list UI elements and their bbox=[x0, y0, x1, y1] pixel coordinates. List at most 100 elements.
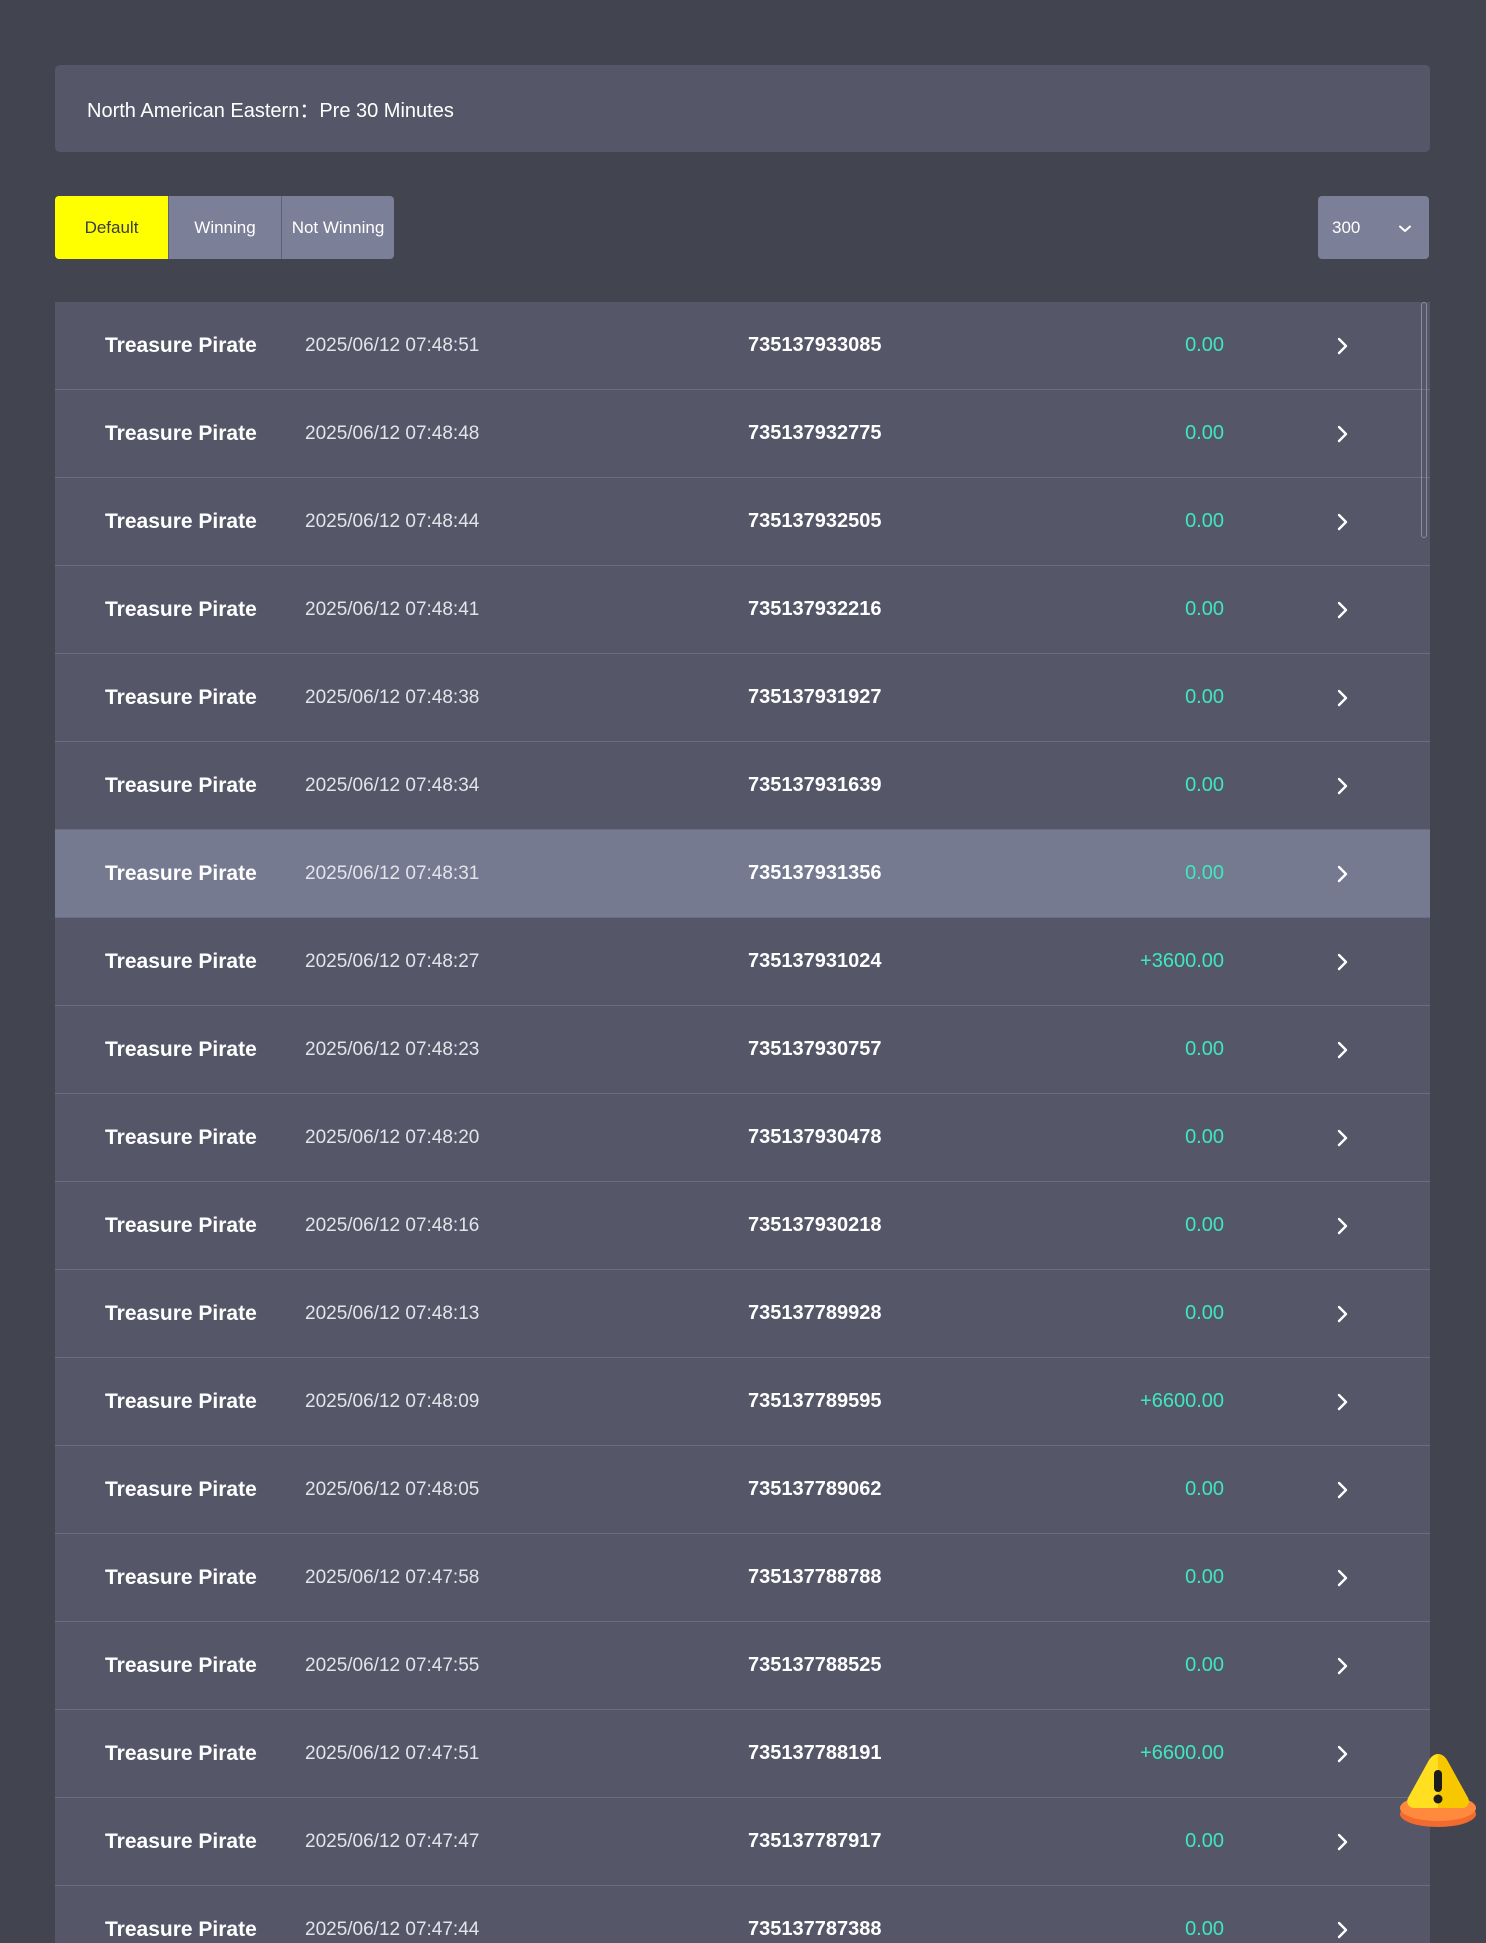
table-row[interactable]: Treasure Pirate 2025/06/12 07:48:20 735137… bbox=[55, 1094, 1430, 1182]
game-name: Treasure Pirate bbox=[105, 1741, 257, 1765]
table-row[interactable]: Treasure Pirate 2025/06/12 07:48:27 735137… bbox=[55, 918, 1430, 1006]
record-time: 2025/06/12 07:47:58 bbox=[305, 1566, 480, 1588]
chevron-right-icon[interactable] bbox=[1331, 390, 1355, 477]
record-list: Treasure Pirate 2025/06/12 07:48:51 735137… bbox=[55, 302, 1430, 1943]
record-time: 2025/06/12 07:48:23 bbox=[305, 1038, 480, 1060]
win-amount: 0.00 bbox=[1185, 1830, 1224, 1852]
table-row[interactable]: Treasure Pirate 2025/06/12 07:48:48 735137… bbox=[55, 390, 1430, 478]
record-id: 735137932775 bbox=[748, 422, 882, 444]
record-time: 2025/06/12 07:48:48 bbox=[305, 422, 480, 444]
record-time: 2025/06/12 07:48:20 bbox=[305, 1126, 480, 1148]
game-name: Treasure Pirate bbox=[105, 1477, 257, 1501]
record-id: 735137932216 bbox=[748, 598, 882, 620]
page-title: North American Eastern：Pre 30 Minutes bbox=[87, 100, 454, 122]
record-id: 735137789595 bbox=[748, 1390, 882, 1412]
win-amount: +6600.00 bbox=[1140, 1742, 1224, 1764]
chevron-right-icon[interactable] bbox=[1331, 1798, 1355, 1885]
table-row[interactable]: Treasure Pirate 2025/06/12 07:48:38 735137… bbox=[55, 654, 1430, 742]
record-time: 2025/06/12 07:48:51 bbox=[305, 334, 480, 356]
header-bar: North American Eastern：Pre 30 Minutes bbox=[55, 65, 1430, 152]
record-id: 735137932505 bbox=[748, 510, 882, 532]
record-time: 2025/06/12 07:47:47 bbox=[305, 1830, 480, 1852]
record-id: 735137788525 bbox=[748, 1654, 882, 1676]
game-name: Treasure Pirate bbox=[105, 1829, 257, 1853]
game-name: Treasure Pirate bbox=[105, 1389, 257, 1413]
chevron-right-icon[interactable] bbox=[1331, 1710, 1355, 1797]
game-name: Treasure Pirate bbox=[105, 1301, 257, 1325]
filter-winning-button[interactable]: Winning bbox=[168, 196, 281, 259]
table-row[interactable]: Treasure Pirate 2025/06/12 07:48:09 735137… bbox=[55, 1358, 1430, 1446]
table-row[interactable]: Treasure Pirate 2025/06/12 07:48:16 735137… bbox=[55, 1182, 1430, 1270]
chevron-right-icon[interactable] bbox=[1331, 1534, 1355, 1621]
chevron-right-icon[interactable] bbox=[1331, 830, 1355, 917]
record-id: 735137789928 bbox=[748, 1302, 882, 1324]
chevron-right-icon[interactable] bbox=[1331, 478, 1355, 565]
record-id: 735137789062 bbox=[748, 1478, 882, 1500]
win-amount: 0.00 bbox=[1185, 1566, 1224, 1588]
win-amount: 0.00 bbox=[1185, 510, 1224, 532]
table-row[interactable]: Treasure Pirate 2025/06/12 07:47:55 735137… bbox=[55, 1622, 1430, 1710]
table-row[interactable]: Treasure Pirate 2025/06/12 07:48:51 735137… bbox=[55, 302, 1430, 390]
record-id: 735137930218 bbox=[748, 1214, 882, 1236]
record-time: 2025/06/12 07:48:31 bbox=[305, 862, 480, 884]
chevron-right-icon[interactable] bbox=[1331, 654, 1355, 741]
table-row[interactable]: Treasure Pirate 2025/06/12 07:48:44 735137… bbox=[55, 478, 1430, 566]
chevron-right-icon[interactable] bbox=[1331, 1886, 1355, 1943]
chevron-right-icon[interactable] bbox=[1331, 1270, 1355, 1357]
record-id: 735137931927 bbox=[748, 686, 882, 708]
record-id: 735137787917 bbox=[748, 1830, 882, 1852]
chevron-right-icon[interactable] bbox=[1331, 566, 1355, 653]
record-id: 735137787388 bbox=[748, 1918, 882, 1940]
record-time: 2025/06/12 07:48:13 bbox=[305, 1302, 480, 1324]
chevron-right-icon[interactable] bbox=[1331, 1094, 1355, 1181]
table-row[interactable]: Treasure Pirate 2025/06/12 07:48:34 735137… bbox=[55, 742, 1430, 830]
record-id: 735137930478 bbox=[748, 1126, 882, 1148]
record-time: 2025/06/12 07:48:41 bbox=[305, 598, 480, 620]
win-amount: 0.00 bbox=[1185, 334, 1224, 356]
table-row[interactable]: Treasure Pirate 2025/06/12 07:47:51 735137… bbox=[55, 1710, 1430, 1798]
table-row[interactable]: Treasure Pirate 2025/06/12 07:48:05 735137… bbox=[55, 1446, 1430, 1534]
record-time: 2025/06/12 07:48:34 bbox=[305, 774, 480, 796]
table-row[interactable]: Treasure Pirate 2025/06/12 07:47:58 735137… bbox=[55, 1534, 1430, 1622]
record-id: 735137931639 bbox=[748, 774, 882, 796]
filter-not-winning-button[interactable]: Not Winning bbox=[281, 196, 394, 259]
table-row[interactable]: Treasure Pirate 2025/06/12 07:48:31 735137… bbox=[55, 830, 1430, 918]
record-id: 735137930757 bbox=[748, 1038, 882, 1060]
chevron-right-icon[interactable] bbox=[1331, 302, 1355, 389]
chevron-right-icon[interactable] bbox=[1331, 1622, 1355, 1709]
win-amount: 0.00 bbox=[1185, 1918, 1224, 1940]
win-amount: 0.00 bbox=[1185, 1478, 1224, 1500]
game-name: Treasure Pirate bbox=[105, 1917, 257, 1941]
chevron-right-icon[interactable] bbox=[1331, 1006, 1355, 1093]
win-amount: 0.00 bbox=[1185, 774, 1224, 796]
record-id: 735137931356 bbox=[748, 862, 882, 884]
filter-tabs: Default Winning Not Winning bbox=[55, 196, 394, 259]
win-amount: 0.00 bbox=[1185, 422, 1224, 444]
win-amount: 0.00 bbox=[1185, 1302, 1224, 1324]
record-id: 735137788191 bbox=[748, 1742, 882, 1764]
page-size-select[interactable]: 300 bbox=[1318, 196, 1429, 259]
table-row[interactable]: Treasure Pirate 2025/06/12 07:47:44 735137… bbox=[55, 1886, 1430, 1943]
win-amount: 0.00 bbox=[1185, 1214, 1224, 1236]
filter-default-button[interactable]: Default bbox=[55, 196, 168, 259]
chevron-right-icon[interactable] bbox=[1331, 1446, 1355, 1533]
game-name: Treasure Pirate bbox=[105, 773, 257, 797]
chevron-right-icon[interactable] bbox=[1331, 1358, 1355, 1445]
table-row[interactable]: Treasure Pirate 2025/06/12 07:48:41 735137… bbox=[55, 566, 1430, 654]
chevron-right-icon[interactable] bbox=[1331, 918, 1355, 1005]
chevron-right-icon[interactable] bbox=[1331, 742, 1355, 829]
record-id: 735137933085 bbox=[748, 334, 882, 356]
scrollbar[interactable] bbox=[1421, 302, 1427, 538]
table-row[interactable]: Treasure Pirate 2025/06/12 07:47:47 735137… bbox=[55, 1798, 1430, 1886]
record-time: 2025/06/12 07:47:55 bbox=[305, 1654, 480, 1676]
record-time: 2025/06/12 07:48:27 bbox=[305, 950, 480, 972]
game-name: Treasure Pirate bbox=[105, 861, 257, 885]
table-row[interactable]: Treasure Pirate 2025/06/12 07:48:23 735137… bbox=[55, 1006, 1430, 1094]
game-name: Treasure Pirate bbox=[105, 685, 257, 709]
win-amount: 0.00 bbox=[1185, 1038, 1224, 1060]
record-time: 2025/06/12 07:48:16 bbox=[305, 1214, 480, 1236]
table-row[interactable]: Treasure Pirate 2025/06/12 07:48:13 735137… bbox=[55, 1270, 1430, 1358]
win-amount: +3600.00 bbox=[1140, 950, 1224, 972]
chevron-right-icon[interactable] bbox=[1331, 1182, 1355, 1269]
warning-icon[interactable] bbox=[1398, 1750, 1478, 1836]
